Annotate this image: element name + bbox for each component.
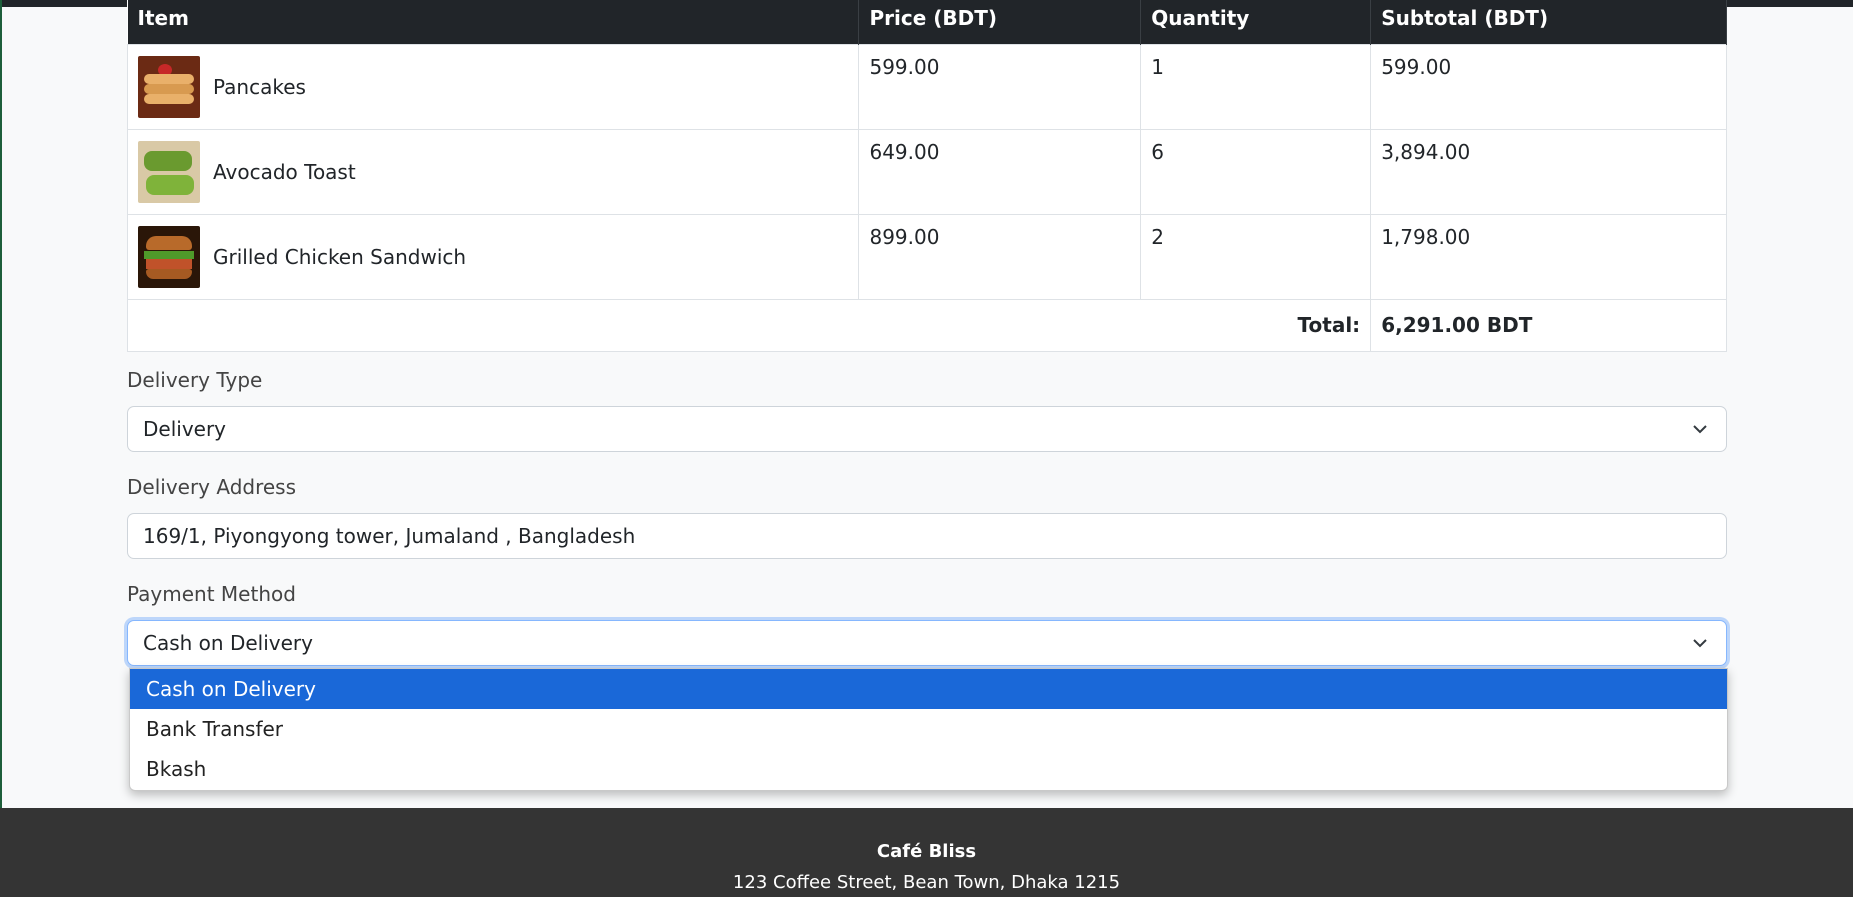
cart-table: Item Price (BDT) Quantity Subtotal (BDT)… <box>126 0 1727 352</box>
column-header-subtotal: Subtotal (BDT) <box>1370 0 1727 44</box>
item-cell: Avocado Toast <box>126 128 860 215</box>
item-cell: Grilled Chicken Sandwich <box>126 213 860 300</box>
item-cell: Pancakes <box>126 43 860 130</box>
cart-row: Grilled Chicken Sandwich 899.00 2 1,798.… <box>126 213 1727 300</box>
column-header-item: Item <box>127 0 860 44</box>
item-quantity: 2 <box>1140 213 1372 300</box>
grilled-chicken-sandwich-image <box>138 225 200 288</box>
payment-method-dropdown: Cash on Delivery Bank Transfer Bkash <box>129 668 1728 791</box>
chevron-down-icon <box>1692 407 1708 451</box>
option-cash-on-delivery[interactable]: Cash on Delivery <box>130 669 1727 709</box>
avocado-toast-image <box>138 140 200 203</box>
item-price: 649.00 <box>858 128 1142 215</box>
item-subtotal: 1,798.00 <box>1370 213 1727 300</box>
delivery-type-select[interactable]: Delivery <box>127 406 1727 452</box>
cart-row: Avocado Toast 649.00 6 3,894.00 <box>126 128 1727 215</box>
payment-method-label: Payment Method <box>127 582 296 606</box>
item-subtotal: 599.00 <box>1370 43 1727 130</box>
delivery-address-input[interactable]: 169/1, Piyongyong tower, Jumaland , Bang… <box>127 513 1727 559</box>
chevron-down-icon <box>1692 621 1708 665</box>
footer-address: 123 Coffee Street, Bean Town, Dhaka 1215 <box>732 872 1121 893</box>
item-quantity: 6 <box>1140 128 1372 215</box>
item-quantity: 1 <box>1140 43 1372 130</box>
item-price: 899.00 <box>858 213 1142 300</box>
pancakes-image <box>138 55 200 118</box>
delivery-type-label: Delivery Type <box>127 368 263 392</box>
column-header-price: Price (BDT) <box>858 0 1142 44</box>
option-bank-transfer[interactable]: Bank Transfer <box>130 709 1727 749</box>
left-window-edge <box>0 0 2 808</box>
footer: Café Bliss 123 Coffee Street, Bean Town,… <box>0 808 1853 897</box>
item-subtotal: 3,894.00 <box>1370 128 1727 215</box>
cart-row: Pancakes 599.00 1 599.00 <box>126 43 1727 130</box>
item-name: Grilled Chicken Sandwich <box>213 244 467 269</box>
cart-header-row: Item Price (BDT) Quantity Subtotal (BDT) <box>127 0 1727 44</box>
delivery-address-label: Delivery Address <box>127 475 297 499</box>
cart-total-row: Total: 6,291.00 BDT <box>126 298 1727 352</box>
item-price: 599.00 <box>858 43 1142 130</box>
total-value: 6,291.00 BDT <box>1370 298 1727 352</box>
total-label: Total: <box>126 298 1372 352</box>
footer-cafe-name: Café Bliss <box>876 841 977 862</box>
item-name: Avocado Toast <box>213 159 356 184</box>
payment-method-value: Cash on Delivery <box>143 631 313 655</box>
delivery-address-value: 169/1, Piyongyong tower, Jumaland , Bang… <box>143 524 636 548</box>
column-header-quantity: Quantity <box>1140 0 1372 44</box>
option-bkash[interactable]: Bkash <box>130 749 1727 789</box>
payment-method-select[interactable]: Cash on Delivery <box>127 620 1727 666</box>
delivery-type-value: Delivery <box>143 417 227 441</box>
item-name: Pancakes <box>213 74 306 99</box>
